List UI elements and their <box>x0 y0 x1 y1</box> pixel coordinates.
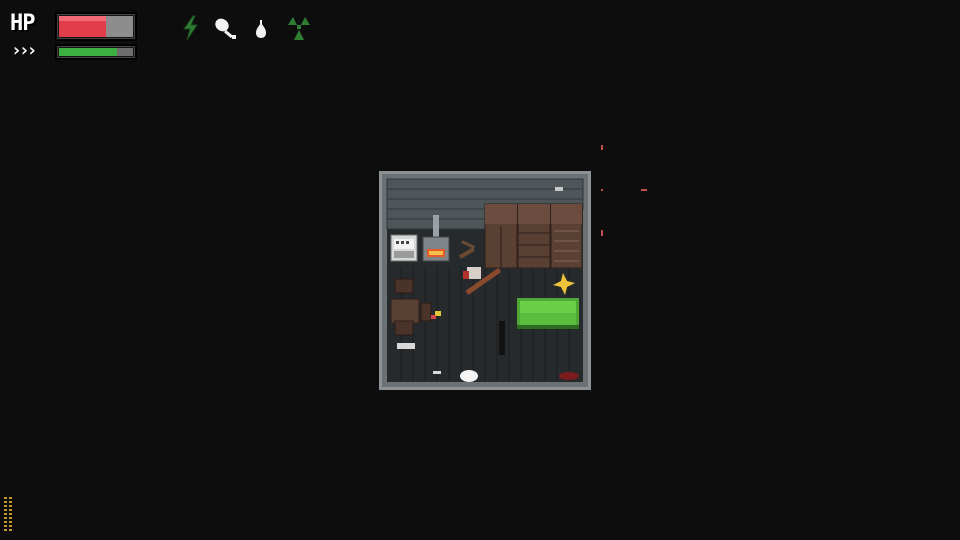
marker-pixel <box>601 230 603 236</box>
stamina-bar <box>55 44 137 60</box>
marker-pixel <box>601 189 603 191</box>
bookshelf <box>550 203 583 269</box>
lightning-icon <box>176 14 206 42</box>
dresser <box>517 203 551 269</box>
oven <box>390 234 418 262</box>
sofa <box>517 298 579 329</box>
ceiling-light <box>460 370 478 382</box>
stamina-bar-track <box>59 48 133 56</box>
radiation-icon <box>284 14 314 42</box>
hp-label: HP <box>10 11 36 36</box>
marker-pixel <box>641 189 647 191</box>
marker-pixel <box>601 145 603 150</box>
wardrobe <box>484 203 518 269</box>
build-indicator <box>4 497 14 535</box>
table <box>390 298 420 324</box>
food-drumstick-icon <box>210 14 240 42</box>
room-map <box>379 171 591 390</box>
water-drop-icon <box>247 14 277 42</box>
hp-bar-track <box>59 16 133 37</box>
stamina-bar-fill <box>59 48 117 56</box>
hp-bar <box>55 12 137 41</box>
stamina-chevrons-icon: ››› <box>11 40 38 61</box>
hp-bar-fill <box>59 16 107 37</box>
